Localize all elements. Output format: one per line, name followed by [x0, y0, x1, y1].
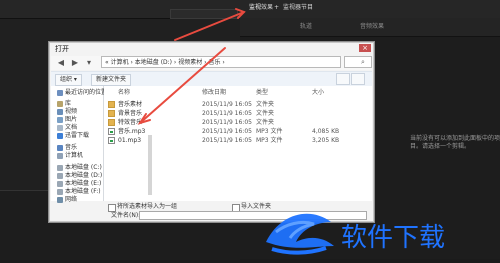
sidebar-item[interactable]: 网络: [57, 196, 77, 204]
sidebar-item-label: 库: [65, 100, 72, 107]
sidebar-item-label: 本地磁盘 (C:): [65, 164, 102, 171]
sidebar-item[interactable]: 音乐: [57, 144, 77, 152]
dialog-title: 打开: [55, 45, 69, 53]
file-date: 2015/11/9 16:05: [202, 101, 252, 108]
top-search-field[interactable]: [170, 9, 238, 19]
video-icon: [57, 108, 63, 115]
music-icon: [57, 144, 63, 151]
sidebar-item-label: 音乐: [65, 144, 78, 151]
search-input[interactable]: ⌕: [344, 56, 372, 68]
file-row[interactable]: 音乐.mp3 2015/11/9 16:05 MP3 文件 4,085 KB: [106, 127, 368, 136]
file-type: MP3 文件: [256, 128, 283, 135]
file-date: 2015/11/9 16:05: [202, 119, 252, 126]
sidebar-item[interactable]: 本地磁盘 (E:): [57, 180, 101, 188]
tab-sources[interactable]: 监视: [249, 3, 261, 13]
file-name: 特效音乐: [118, 119, 143, 126]
sidebar-item-label: 文档: [65, 124, 78, 131]
library-icon: [57, 100, 63, 107]
sidebar-item-label: 本地磁盘 (E:): [65, 180, 102, 187]
watermark-logo: 软件下载: [256, 202, 500, 259]
sidebar-item[interactable]: 迅雷下载: [57, 132, 89, 140]
folder-icon: [108, 110, 115, 117]
search-icon: ⌕: [361, 58, 365, 66]
sidebar-item-label: 本地磁盘 (D:): [65, 172, 103, 179]
file-type: MP3 文件: [256, 137, 283, 144]
sidebar-item[interactable]: 图片: [57, 116, 77, 124]
disk-icon: [57, 180, 63, 187]
file-type: 文件夹: [256, 110, 275, 117]
column-size[interactable]: 大小: [312, 89, 324, 97]
file-name: 音乐.mp3: [118, 128, 146, 135]
sidebar-item-label: 视频: [65, 108, 78, 115]
picture-icon: [57, 116, 63, 123]
download-icon: [57, 132, 63, 139]
file-size: 4,085 KB: [312, 128, 340, 135]
tab-editor[interactable]: 监视器节目: [283, 3, 313, 13]
disk-icon: [57, 164, 63, 171]
file-date: 2015/11/9 16:05: [202, 137, 252, 144]
disk-icon: [57, 172, 63, 179]
sidebar-item[interactable]: 本地磁盘 (C:): [57, 164, 102, 172]
sidebar-item-label: 计算机: [65, 152, 84, 159]
help-icon[interactable]: [351, 73, 365, 85]
file-row[interactable]: 背景音乐 2015/11/9 16:05 文件夹: [106, 109, 368, 118]
file-row[interactable]: 音乐素材 2015/11/9 16:05 文件夹: [106, 100, 368, 109]
sidebar-item[interactable]: 文档: [57, 124, 77, 132]
audio-file-icon: [108, 128, 115, 135]
file-row[interactable]: 特效音乐 2015/11/9 16:05 文件夹: [106, 118, 368, 127]
sidebar-item-label: 本地磁盘 (F:): [65, 188, 101, 195]
recent-locations-chevron-icon[interactable]: ▾: [83, 58, 95, 67]
file-type: 文件夹: [256, 119, 275, 126]
close-button[interactable]: ×: [359, 44, 371, 52]
sidebar-item[interactable]: 最近访问的位置: [57, 89, 107, 97]
forward-icon[interactable]: ▶: [69, 58, 81, 67]
track-column-header: 轨道: [300, 23, 313, 30]
network-icon: [57, 196, 63, 203]
sidebar-item-label: 最近访问的位置: [65, 89, 108, 96]
column-type[interactable]: 类型: [256, 89, 268, 97]
audio-file-icon: [108, 137, 115, 144]
back-icon[interactable]: ◀: [55, 58, 67, 67]
new-folder-button[interactable]: 新建文件夹: [91, 74, 132, 86]
dialog-toolbar: 组织 ▾ 新建文件夹: [51, 71, 372, 87]
dragon-logo-icon: [266, 213, 334, 255]
tab-effects[interactable]: 效果: [261, 3, 273, 13]
computer-icon: [57, 152, 63, 159]
sidebar-item-label: 网络: [65, 196, 78, 203]
sidebar-item-label: 迅雷下载: [65, 132, 90, 139]
file-name: 背景音乐: [118, 110, 143, 117]
file-name: 音乐素材: [118, 101, 143, 108]
filename-label: 文件名(N):: [111, 212, 141, 219]
sidebar-item-label: 图片: [65, 116, 78, 123]
file-size: 3,205 KB: [312, 137, 340, 144]
sidebar-item[interactable]: 视频: [57, 108, 77, 116]
sidebar-item[interactable]: 计算机: [57, 152, 83, 160]
view-options-icon[interactable]: [336, 73, 350, 85]
column-name[interactable]: 名称: [118, 89, 130, 97]
file-date: 2015/11/9 16:05: [202, 128, 252, 135]
sidebar-item[interactable]: 本地磁盘 (F:): [57, 188, 101, 196]
tab-add[interactable]: +: [274, 3, 279, 13]
folder-icon: [108, 119, 115, 126]
right-panel-info-text: 当前没有可以添加到此面板中的项目。请选择一个剪辑。: [410, 135, 500, 150]
sidebar-item[interactable]: 库: [57, 100, 71, 108]
breadcrumb[interactable]: « 计算机 › 本地磁盘 (D:) › 视频素材 › 音乐 ›: [101, 56, 341, 68]
folder-icon: [108, 101, 115, 108]
file-type: 文件夹: [256, 101, 275, 108]
disk-icon: [57, 188, 63, 195]
file-name: 01.mp3: [118, 137, 142, 144]
logo-text: 软件下载: [341, 223, 446, 253]
navigation-sidebar: 最近访问的位置库视频 图片 文档 迅雷下载音乐 计算机本地磁盘 (C:) 本地磁盘 (D:…: [51, 86, 107, 204]
organize-button[interactable]: 组织 ▾: [55, 74, 82, 86]
file-row[interactable]: 01.mp3 2015/11/9 16:05 MP3 文件 3,205 KB: [106, 136, 368, 145]
column-date[interactable]: 修改日期: [202, 89, 226, 97]
recent-icon: [57, 89, 63, 96]
audio-effect-column-header: 音频效果: [360, 23, 385, 30]
file-list: 名称 修改日期 类型 大小 音乐素材 2015/11/9 16:05 文件夹 背景音乐…: [104, 86, 372, 201]
sidebar-scrollbar[interactable]: [148, 135, 152, 195]
open-file-dialog: 打开 × ◀ ▶ ▾ « 计算机 › 本地磁盘 (D:) › 视频素材 › 音乐…: [48, 41, 375, 223]
document-icon: [57, 124, 63, 131]
sidebar-item[interactable]: 本地磁盘 (D:): [57, 172, 102, 180]
file-date: 2015/11/9 16:05: [202, 110, 252, 117]
